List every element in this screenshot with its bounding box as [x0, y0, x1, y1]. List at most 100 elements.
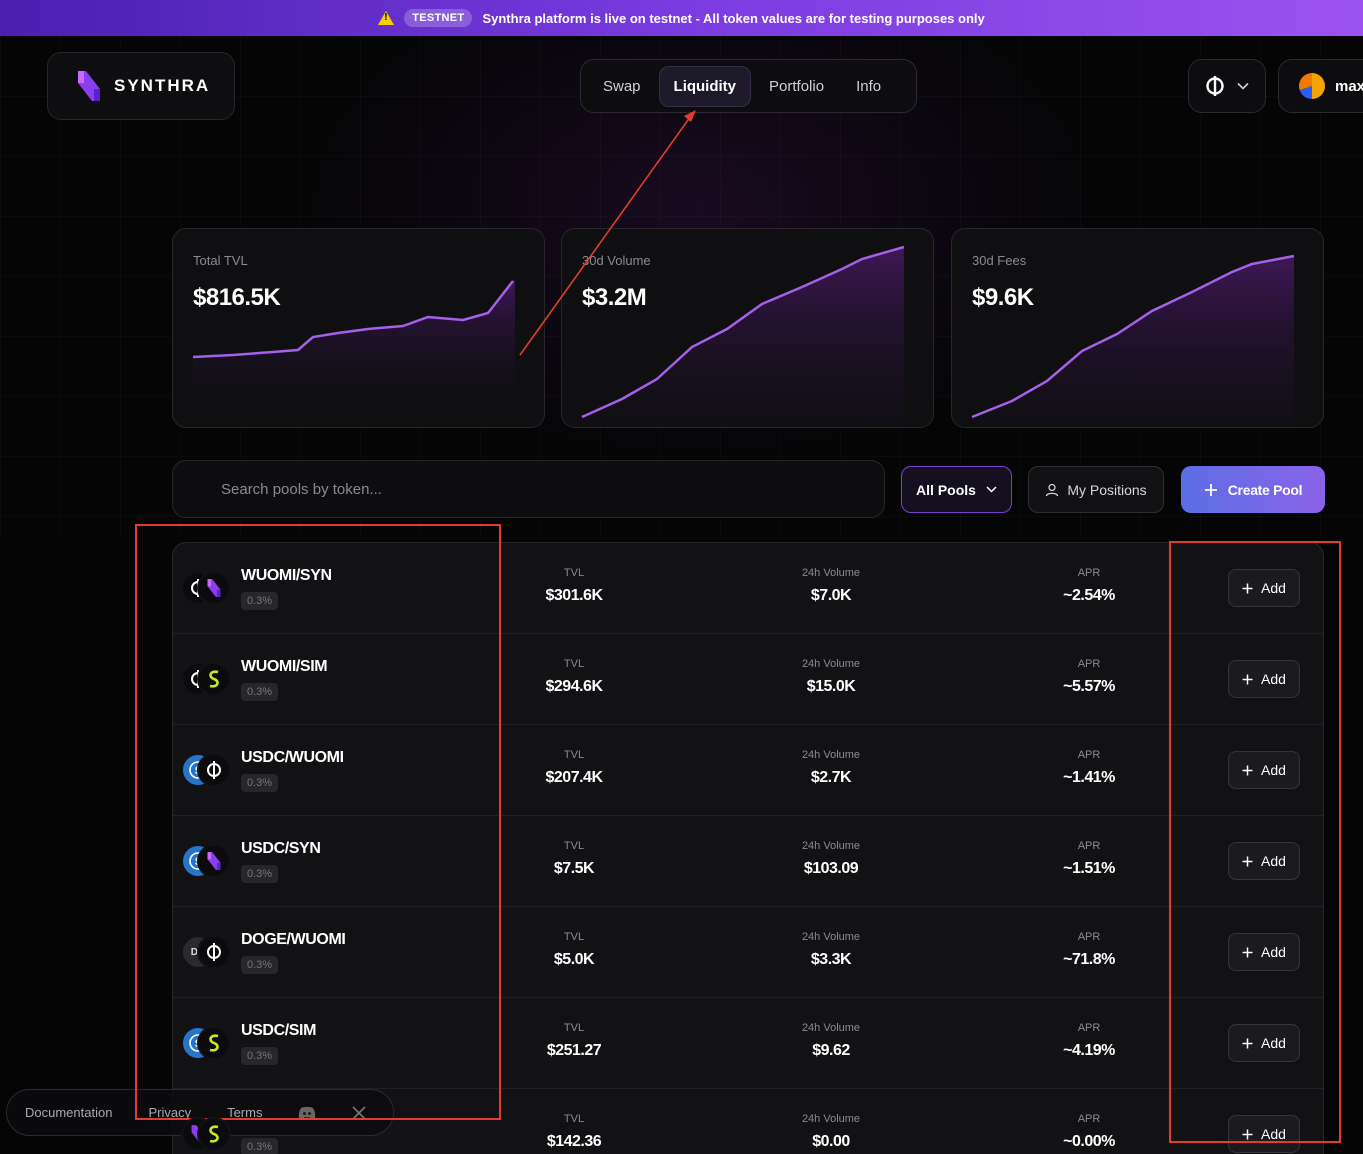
fee-badge: 0.3% [241, 774, 279, 792]
tab-portfolio[interactable]: Portfolio [755, 67, 838, 106]
volume-cell: 24h Volume $2.7K [761, 749, 901, 787]
pair-name: DOGE/WUOMI [241, 931, 346, 948]
volume-value: $2.7K [810, 769, 852, 786]
syn-token-icon [197, 571, 231, 605]
apr-label: APR [1077, 931, 1101, 943]
volume-label: 24h Volume [801, 1113, 861, 1125]
stat-card-volume: 30d Volume $3.2M [561, 228, 934, 428]
apr-value: ~1.51% [1063, 860, 1115, 877]
tvl-cell: TVL $251.27 [504, 1022, 644, 1060]
tab-liquidity[interactable]: Liquidity [658, 65, 752, 107]
plus-icon [1242, 856, 1253, 866]
tab-swap[interactable]: Swap [589, 67, 655, 106]
apr-label: APR [1077, 1022, 1101, 1034]
tvl-value: $7.5K [553, 860, 595, 877]
pools-table: WUOMI/SYN 0.3% TVL $301.6K 24h Volume $7… [172, 542, 1324, 1154]
testnet-banner: TESTNET Synthra platform is live on test… [0, 0, 1363, 36]
table-row[interactable]: WUOMI/SIM 0.3% TVL $294.6K 24h Volume $1… [173, 634, 1323, 725]
volume-cell: 24h Volume $3.3K [761, 931, 901, 969]
apr-label: APR [1077, 749, 1101, 761]
volume-value: $0.00 [812, 1133, 850, 1150]
footer-link-privacy[interactable]: Privacy [148, 1105, 191, 1120]
add-label: Add [1261, 1126, 1286, 1142]
apr-cell: APR ~0.00% [1019, 1113, 1159, 1151]
add-liquidity-button[interactable]: Add [1228, 933, 1300, 971]
tvl-value: $207.4K [545, 769, 604, 786]
my-positions-button[interactable]: My Positions [1028, 466, 1164, 513]
fee-badge: 0.3% [241, 1138, 279, 1154]
volume-label: 24h Volume [801, 749, 861, 761]
pair-icons: $ [181, 1026, 231, 1060]
chevron-down-icon [1237, 82, 1249, 90]
table-row[interactable]: DC DOGE/WUOMI 0.3% TVL $5.0K 24h Volume … [173, 907, 1323, 998]
tvl-cell: TVL $7.5K [504, 840, 644, 878]
tab-info[interactable]: Info [842, 67, 895, 106]
search-box [172, 460, 885, 518]
add-liquidity-button[interactable]: Add [1228, 842, 1300, 880]
add-liquidity-button[interactable]: Add [1228, 660, 1300, 698]
apr-label: APR [1077, 1113, 1101, 1125]
brand-logo[interactable]: SYNTHRA [47, 52, 235, 120]
table-row[interactable]: WUOMI/SYN 0.3% TVL $301.6K 24h Volume $7… [173, 543, 1323, 634]
network-selector[interactable] [1188, 59, 1266, 113]
my-positions-label: My Positions [1067, 481, 1147, 498]
footer-link-terms[interactable]: Terms [227, 1105, 262, 1120]
apr-value: ~2.54% [1063, 587, 1115, 604]
tvl-cell: TVL $207.4K [504, 749, 644, 787]
plus-icon [1242, 1129, 1253, 1139]
tvl-value: $251.27 [546, 1042, 602, 1059]
pair-icons [181, 1117, 231, 1151]
apr-label: APR [1077, 567, 1101, 579]
apr-cell: APR ~1.41% [1019, 749, 1159, 787]
search-input[interactable] [173, 461, 884, 517]
table-row[interactable]: $ USDC/WUOMI 0.3% TVL $207.4K 24h Volume… [173, 725, 1323, 816]
avatar [1299, 73, 1325, 99]
add-liquidity-button[interactable]: Add [1228, 569, 1300, 607]
wallet-button[interactable]: max [1278, 59, 1363, 113]
stat-label: 30d Volume [582, 253, 651, 268]
fee-badge: 0.3% [241, 865, 279, 883]
pair-name: USDC/WUOMI [241, 749, 344, 766]
create-pool-button[interactable]: Create Pool [1181, 466, 1325, 513]
testnet-badge: TESTNET [404, 9, 473, 27]
tvl-label: TVL [563, 749, 585, 761]
stat-value: $9.6K [972, 284, 1034, 311]
table-row[interactable]: $ USDC/SYN 0.3% TVL $7.5K 24h Volume $10… [173, 816, 1323, 907]
tvl-cell: TVL $294.6K [504, 658, 644, 696]
volume-value: $103.09 [803, 860, 859, 877]
tvl-label: TVL [563, 567, 585, 579]
chevron-down-icon [986, 486, 997, 493]
apr-cell: APR ~1.51% [1019, 840, 1159, 878]
apr-cell: APR ~4.19% [1019, 1022, 1159, 1060]
pair-name: WUOMI/SIM [241, 658, 328, 675]
table-row[interactable]: $ USDC/SIM 0.3% TVL $251.27 24h Volume $… [173, 998, 1323, 1089]
add-liquidity-button[interactable]: Add [1228, 1024, 1300, 1062]
discord-icon[interactable] [298, 1106, 316, 1120]
tvl-label: TVL [563, 931, 585, 943]
apr-label: APR [1077, 840, 1101, 852]
plus-icon [1242, 1038, 1253, 1048]
volume-value: $15.0K [806, 678, 856, 695]
brand-name: SYNTHRA [114, 76, 211, 95]
volume-cell: 24h Volume $7.0K [761, 567, 901, 605]
plus-icon [1242, 765, 1253, 775]
main-nav: Swap Liquidity Portfolio Info [580, 59, 917, 113]
tvl-label: TVL [563, 658, 585, 670]
x-icon[interactable] [352, 1105, 367, 1120]
add-liquidity-button[interactable]: Add [1228, 1115, 1300, 1153]
add-liquidity-button[interactable]: Add [1228, 751, 1300, 789]
add-label: Add [1261, 762, 1286, 778]
all-pools-dropdown[interactable]: All Pools [901, 466, 1012, 513]
tvl-label: TVL [563, 1113, 585, 1125]
apr-value: ~0.00% [1063, 1133, 1115, 1150]
tvl-cell: TVL $142.36 [504, 1113, 644, 1151]
footer-link-documentation[interactable]: Documentation [25, 1105, 112, 1120]
user-icon [1046, 483, 1059, 496]
stat-label: 30d Fees [972, 253, 1027, 268]
stat-card-tvl: Total TVL $816.5K [172, 228, 545, 428]
sim-token-icon [197, 1117, 231, 1151]
add-label: Add [1261, 1035, 1286, 1051]
apr-value: ~5.57% [1063, 678, 1115, 695]
volume-cell: 24h Volume $103.09 [761, 840, 901, 878]
plus-icon [1242, 947, 1253, 957]
